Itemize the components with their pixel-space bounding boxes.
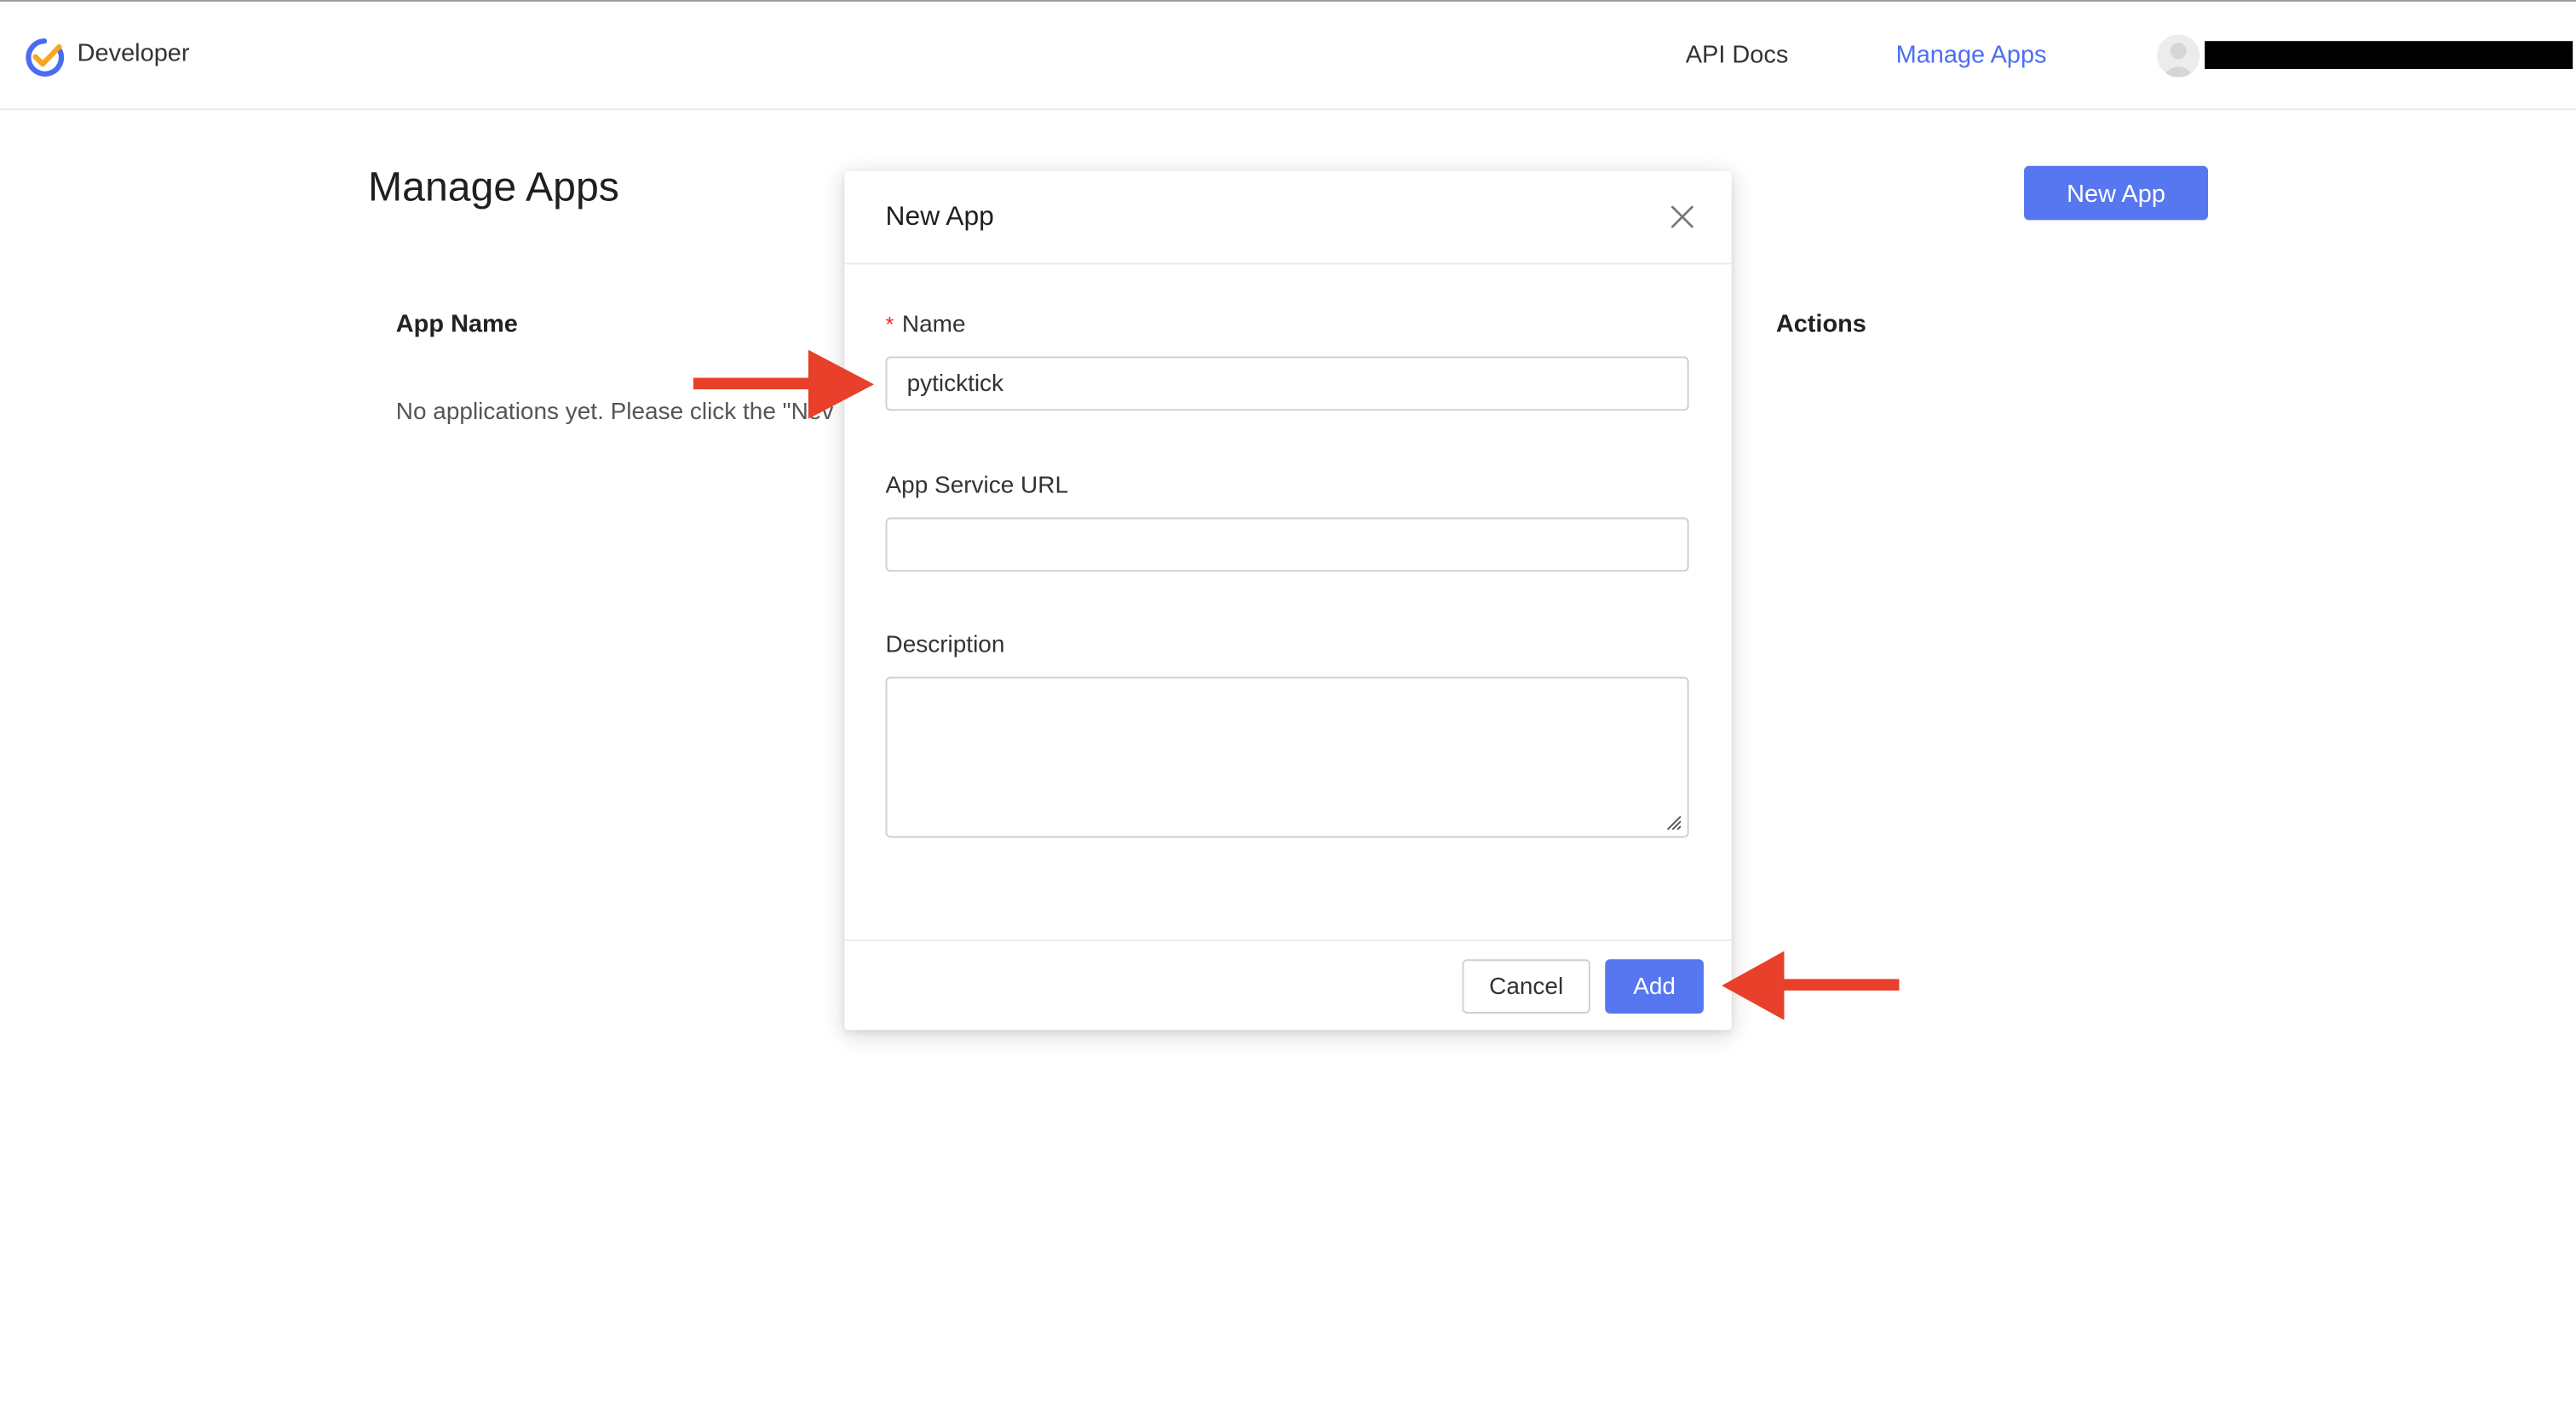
column-header-app-name: App Name <box>395 310 518 339</box>
top-navbar: Developer API Docs Manage Apps <box>0 1 2576 111</box>
avatar[interactable] <box>2157 34 2200 78</box>
resize-grip-icon[interactable] <box>1663 812 1682 831</box>
page-title: Manage Apps <box>368 164 619 210</box>
name-label: * Name <box>886 312 966 338</box>
annotation-arrow-icon <box>693 349 875 419</box>
screen: Developer API Docs Manage Apps Manage Ap… <box>0 0 2576 1419</box>
cancel-button[interactable]: Cancel <box>1462 959 1590 1014</box>
brand-name[interactable]: Developer <box>78 39 190 67</box>
ticktick-logo-icon[interactable] <box>23 36 66 78</box>
service-url-input[interactable] <box>885 517 1689 572</box>
new-app-dialog: New App * Name App Service URL Descriptio… <box>844 170 1732 1031</box>
service-url-label: App Service URL <box>885 473 1069 500</box>
description-label: Description <box>885 632 1005 659</box>
dialog-footer: Cancel Add <box>844 939 1732 1031</box>
close-icon[interactable] <box>1669 204 1695 230</box>
new-app-button[interactable]: New App <box>2024 165 2209 221</box>
dialog-title: New App <box>885 202 994 232</box>
name-label-text: Name <box>901 312 966 339</box>
description-textarea[interactable] <box>885 676 1689 838</box>
dialog-header: New App <box>844 171 1732 265</box>
nav-manage-apps[interactable]: Manage Apps <box>1896 41 2047 69</box>
redacted-user-name <box>2205 41 2573 70</box>
annotation-arrow-icon <box>1722 951 1900 1020</box>
name-input[interactable] <box>885 356 1689 411</box>
column-header-actions: Actions <box>1775 310 1866 339</box>
add-button[interactable]: Add <box>1605 959 1704 1014</box>
nav-api-docs[interactable]: API Docs <box>1686 41 1789 69</box>
avatar-icon <box>2162 43 2195 78</box>
required-marker: * <box>885 312 894 337</box>
